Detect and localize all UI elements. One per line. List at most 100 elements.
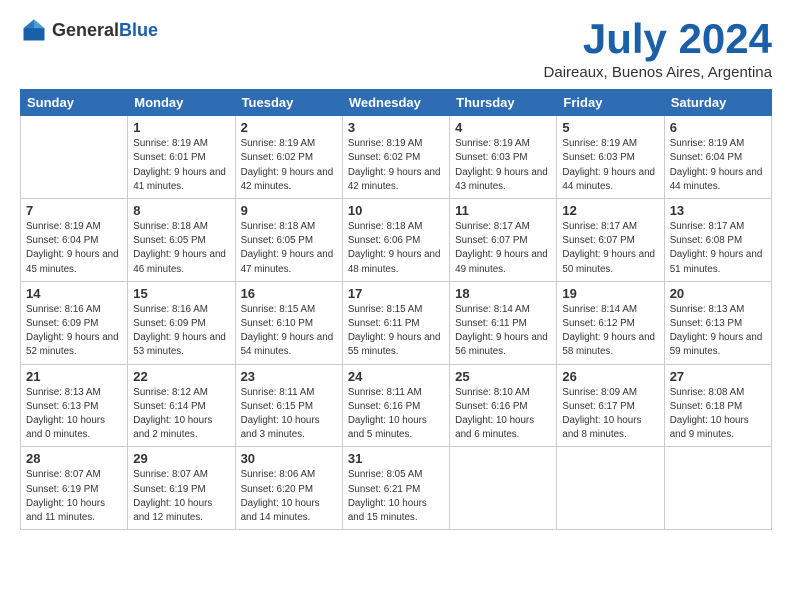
day-cell: 22 Sunrise: 8:12 AMSunset: 6:14 PMDayligh…: [128, 364, 235, 447]
day-info: Sunrise: 8:16 AMSunset: 6:09 PMDaylight:…: [133, 303, 229, 360]
day-cell: 11 Sunrise: 8:17 AMSunset: 6:07 PMDayligh…: [450, 199, 557, 282]
day-info: Sunrise: 8:17 AMSunset: 6:07 PMDaylight:…: [562, 220, 658, 277]
day-number: 16: [241, 286, 337, 301]
day-number: 25: [455, 369, 551, 384]
day-cell: 23Sunrise: 8:11 AMSunset: 6:15 PMDayligh…: [235, 364, 342, 447]
day-info: Sunrise: 8:19 AMSunset: 6:01 PMDaylight:…: [133, 137, 229, 194]
week-row-1: 1 Sunrise: 8:19 AMSunset: 6:01 PMDaylight…: [21, 116, 772, 199]
weekday-header-row: SundayMondayTuesdayWednesdayThursdayFrid…: [21, 90, 772, 116]
weekday-header-friday: Friday: [557, 90, 664, 116]
day-cell: 13 Sunrise: 8:17 AMSunset: 6:08 PMDayligh…: [664, 199, 771, 282]
day-cell: 7 Sunrise: 8:19 AMSunset: 6:04 PMDaylight…: [21, 199, 128, 282]
day-number: 15: [133, 286, 229, 301]
day-number: 26: [562, 369, 658, 384]
day-info: Sunrise: 8:18 AMSunset: 6:06 PMDaylight:…: [348, 220, 444, 277]
day-info: Sunrise: 8:16 AMSunset: 6:09 PMDaylight:…: [26, 303, 122, 360]
day-cell: 1 Sunrise: 8:19 AMSunset: 6:01 PMDaylight…: [128, 116, 235, 199]
weekday-header-thursday: Thursday: [450, 90, 557, 116]
day-cell: [664, 447, 771, 530]
day-info: Sunrise: 8:19 AMSunset: 6:04 PMDaylight:…: [670, 137, 766, 194]
day-cell: 5 Sunrise: 8:19 AMSunset: 6:03 PMDaylight…: [557, 116, 664, 199]
day-number: 17: [348, 286, 444, 301]
day-number: 20: [670, 286, 766, 301]
day-info: Sunrise: 8:17 AMSunset: 6:08 PMDaylight:…: [670, 220, 766, 277]
day-number: 29: [133, 451, 229, 466]
day-number: 23: [241, 369, 337, 384]
weekday-header-sunday: Sunday: [21, 90, 128, 116]
day-cell: [21, 116, 128, 199]
day-cell: 17 Sunrise: 8:15 AMSunset: 6:11 PMDayligh…: [342, 281, 449, 364]
day-cell: 10 Sunrise: 8:18 AMSunset: 6:06 PMDayligh…: [342, 199, 449, 282]
day-cell: 4 Sunrise: 8:19 AMSunset: 6:03 PMDaylight…: [450, 116, 557, 199]
day-info: Sunrise: 8:15 AMSunset: 6:10 PMDaylight:…: [241, 303, 337, 360]
day-info: Sunrise: 8:19 AMSunset: 6:03 PMDaylight:…: [562, 137, 658, 194]
week-row-2: 7 Sunrise: 8:19 AMSunset: 6:04 PMDaylight…: [21, 199, 772, 282]
day-info: Sunrise: 8:13 AMSunset: 6:13 PMDaylight:…: [670, 303, 766, 360]
week-row-4: 21 Sunrise: 8:13 AMSunset: 6:13 PMDayligh…: [21, 364, 772, 447]
day-cell: 20 Sunrise: 8:13 AMSunset: 6:13 PMDayligh…: [664, 281, 771, 364]
day-number: 22: [133, 369, 229, 384]
day-cell: 19 Sunrise: 8:14 AMSunset: 6:12 PMDayligh…: [557, 281, 664, 364]
weekday-header-wednesday: Wednesday: [342, 90, 449, 116]
day-info: Sunrise: 8:19 AMSunset: 6:04 PMDaylight:…: [26, 220, 122, 277]
day-number: 21: [26, 369, 122, 384]
week-row-3: 14 Sunrise: 8:16 AMSunset: 6:09 PMDayligh…: [21, 281, 772, 364]
day-number: 6: [670, 120, 766, 135]
day-cell: 14 Sunrise: 8:16 AMSunset: 6:09 PMDayligh…: [21, 281, 128, 364]
day-cell: 28 Sunrise: 8:07 AMSunset: 6:19 PMDayligh…: [21, 447, 128, 530]
day-info: Sunrise: 8:19 AMSunset: 6:02 PMDaylight:…: [348, 137, 444, 194]
day-info: Sunrise: 8:12 AMSunset: 6:14 PMDaylight:…: [133, 386, 229, 443]
day-info: Sunrise: 8:17 AMSunset: 6:07 PMDaylight:…: [455, 220, 551, 277]
weekday-header-tuesday: Tuesday: [235, 90, 342, 116]
day-cell: 15 Sunrise: 8:16 AMSunset: 6:09 PMDayligh…: [128, 281, 235, 364]
day-number: 9: [241, 203, 337, 218]
day-number: 8: [133, 203, 229, 218]
day-cell: 2 Sunrise: 8:19 AMSunset: 6:02 PMDaylight…: [235, 116, 342, 199]
day-number: 12: [562, 203, 658, 218]
day-number: 2: [241, 120, 337, 135]
day-info: Sunrise: 8:18 AMSunset: 6:05 PMDaylight:…: [241, 220, 337, 277]
day-number: 19: [562, 286, 658, 301]
day-cell: 16 Sunrise: 8:15 AMSunset: 6:10 PMDayligh…: [235, 281, 342, 364]
week-row-5: 28 Sunrise: 8:07 AMSunset: 6:19 PMDayligh…: [21, 447, 772, 530]
day-cell: 8 Sunrise: 8:18 AMSunset: 6:05 PMDaylight…: [128, 199, 235, 282]
day-cell: 31 Sunrise: 8:05 AMSunset: 6:21 PMDayligh…: [342, 447, 449, 530]
day-number: 13: [670, 203, 766, 218]
day-info: Sunrise: 8:19 AMSunset: 6:03 PMDaylight:…: [455, 137, 551, 194]
day-cell: 27Sunrise: 8:08 AMSunset: 6:18 PMDayligh…: [664, 364, 771, 447]
day-info: Sunrise: 8:15 AMSunset: 6:11 PMDaylight:…: [348, 303, 444, 360]
day-info: Sunrise: 8:05 AMSunset: 6:21 PMDaylight:…: [348, 468, 444, 525]
day-number: 28: [26, 451, 122, 466]
day-number: 1: [133, 120, 229, 135]
day-info: Sunrise: 8:13 AMSunset: 6:13 PMDaylight:…: [26, 386, 122, 443]
location: Daireaux, Buenos Aires, Argentina: [544, 64, 772, 81]
day-cell: [557, 447, 664, 530]
day-info: Sunrise: 8:10 AMSunset: 6:16 PMDaylight:…: [455, 386, 551, 443]
day-info: Sunrise: 8:14 AMSunset: 6:11 PMDaylight:…: [455, 303, 551, 360]
day-info: Sunrise: 8:07 AMSunset: 6:19 PMDaylight:…: [133, 468, 229, 525]
day-number: 14: [26, 286, 122, 301]
day-cell: 21 Sunrise: 8:13 AMSunset: 6:13 PMDayligh…: [21, 364, 128, 447]
day-number: 18: [455, 286, 551, 301]
day-number: 24: [348, 369, 444, 384]
header: GeneralBlue July 2024 Daireaux, Buenos A…: [20, 16, 772, 81]
day-cell: 25 Sunrise: 8:10 AMSunset: 6:16 PMDayligh…: [450, 364, 557, 447]
day-cell: 12 Sunrise: 8:17 AMSunset: 6:07 PMDayligh…: [557, 199, 664, 282]
day-number: 11: [455, 203, 551, 218]
day-number: 5: [562, 120, 658, 135]
day-cell: 9 Sunrise: 8:18 AMSunset: 6:05 PMDaylight…: [235, 199, 342, 282]
day-info: Sunrise: 8:14 AMSunset: 6:12 PMDaylight:…: [562, 303, 658, 360]
day-cell: 26Sunrise: 8:09 AMSunset: 6:17 PMDayligh…: [557, 364, 664, 447]
month-title: July 2024: [544, 16, 772, 62]
day-info: Sunrise: 8:19 AMSunset: 6:02 PMDaylight:…: [241, 137, 337, 194]
day-cell: 18 Sunrise: 8:14 AMSunset: 6:11 PMDayligh…: [450, 281, 557, 364]
day-number: 10: [348, 203, 444, 218]
day-number: 31: [348, 451, 444, 466]
logo-text-blue: Blue: [119, 20, 158, 40]
day-info: Sunrise: 8:18 AMSunset: 6:05 PMDaylight:…: [133, 220, 229, 277]
day-info: Sunrise: 8:07 AMSunset: 6:19 PMDaylight:…: [26, 468, 122, 525]
day-number: 7: [26, 203, 122, 218]
day-info: Sunrise: 8:06 AMSunset: 6:20 PMDaylight:…: [241, 468, 337, 525]
day-number: 4: [455, 120, 551, 135]
day-number: 27: [670, 369, 766, 384]
